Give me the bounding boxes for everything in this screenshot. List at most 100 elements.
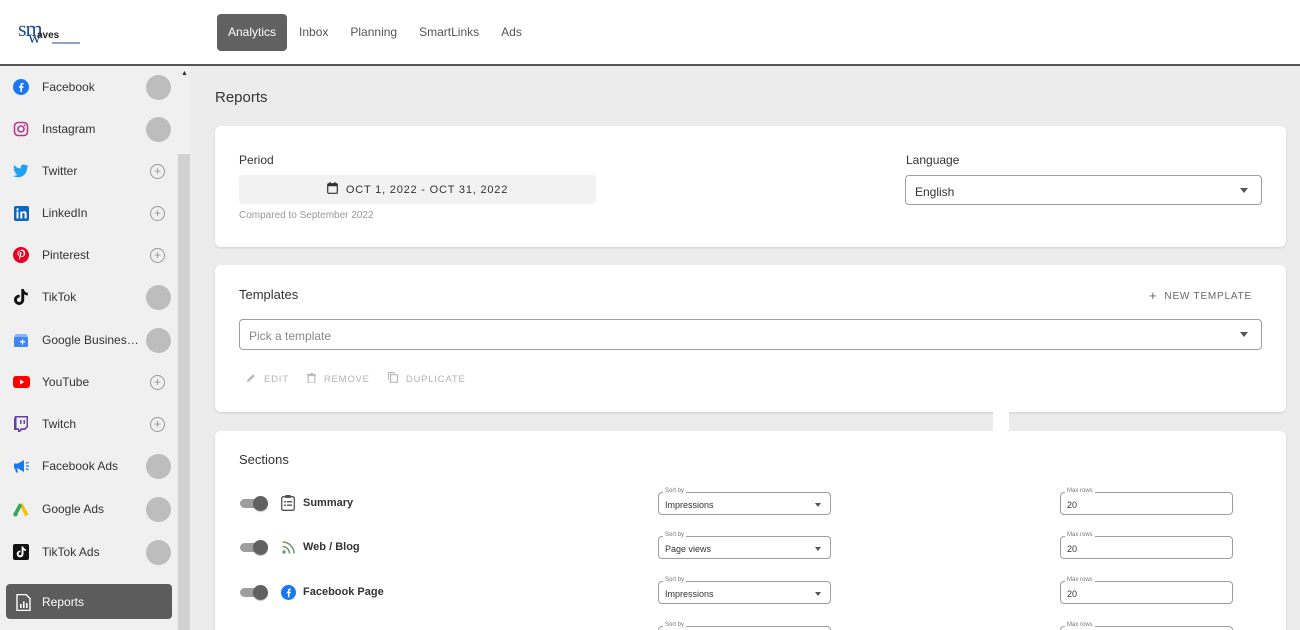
remove-template-button[interactable]: REMOVE <box>306 372 370 386</box>
tab-analytics[interactable]: Analytics <box>217 14 288 51</box>
sidebar-item-label: Instagram <box>42 122 96 136</box>
sidebar-item-google-business[interactable]: Google Business Profile <box>0 319 178 361</box>
sidebar-item-facebook[interactable]: Facebook <box>0 66 178 108</box>
edit-template-button[interactable]: EDIT <box>246 372 289 386</box>
sidebar: ▲ Facebook Instagram Twitter + LinkedIn … <box>0 66 190 630</box>
pinterest-icon <box>12 246 30 264</box>
new-template-button[interactable]: + NEW TEMPLATE <box>1149 288 1252 303</box>
tab-smartlinks[interactable]: SmartLinks <box>408 14 490 51</box>
edit-label: EDIT <box>264 373 289 385</box>
add-account-icon[interactable]: + <box>150 247 165 263</box>
twitch-icon <box>12 415 30 433</box>
max-rows-value: 20 <box>1067 544 1078 554</box>
sidebar-item-instagram[interactable]: Instagram <box>0 108 178 150</box>
max-rows-value: 20 <box>1067 589 1078 599</box>
sidebar-item-label: Twitch <box>42 417 77 431</box>
sort-by-select[interactable]: Sort by <box>658 622 831 630</box>
language-label: Language <box>906 153 960 167</box>
account-avatar[interactable] <box>146 496 171 522</box>
scroll-up-arrow-icon[interactable]: ▲ <box>181 70 188 77</box>
summary-icon <box>280 495 296 511</box>
tab-ads[interactable]: Ads <box>490 14 533 51</box>
sidebar-item-tiktok[interactable]: TikTok <box>0 276 178 318</box>
sections-title: Sections <box>239 452 289 467</box>
account-avatar[interactable] <box>146 116 171 142</box>
chevron-down-icon <box>815 503 821 507</box>
sort-by-select[interactable]: Sort by Impressions <box>658 488 831 515</box>
sidebar-item-google-ads[interactable]: Google Ads <box>0 488 178 530</box>
sidebar-item-label: Google Ads <box>42 502 105 516</box>
page-title: Reports <box>215 89 268 106</box>
report-settings-card: Period OCT 1, 2022 - OCT 31, 2022 Compar… <box>215 126 1286 247</box>
account-avatar[interactable] <box>146 74 171 100</box>
sidebar-item-youtube[interactable]: YouTube + <box>0 361 178 403</box>
sidebar-item-label: Facebook <box>42 80 95 94</box>
duplicate-template-button[interactable]: DUPLICATE <box>387 372 466 386</box>
sidebar-item-facebook-ads[interactable]: Facebook Ads <box>0 445 178 487</box>
trash-icon <box>306 372 316 386</box>
main-nav: Analytics Inbox Planning SmartLinks Ads <box>217 14 533 51</box>
max-rows-caption: Max rows <box>1065 622 1095 628</box>
sidebar-item-twitch[interactable]: Twitch + <box>0 403 178 445</box>
max-rows-input[interactable]: Max rows <box>1060 622 1233 630</box>
max-rows-caption: Max rows <box>1065 532 1095 538</box>
max-rows-input[interactable]: Max rows 20 <box>1060 532 1233 559</box>
sidebar-item-label: LinkedIn <box>42 206 88 220</box>
section-toggle[interactable] <box>240 540 268 555</box>
sort-by-caption: Sort by <box>663 622 687 628</box>
sort-by-caption: Sort by <box>663 532 687 538</box>
chevron-down-icon <box>1240 188 1248 193</box>
section-toggle[interactable] <box>240 585 268 600</box>
section-name: Web / Blog <box>303 541 360 553</box>
chevron-down-icon <box>815 592 821 596</box>
sidebar-scrollbar[interactable] <box>178 154 190 630</box>
sort-by-caption: Sort by <box>663 488 687 494</box>
section-row-summary: Summary Sort by Impressions Max rows 20 <box>215 488 1286 517</box>
sort-by-value: Page views <box>665 544 712 554</box>
sort-by-select[interactable]: Sort by Impressions <box>658 577 831 604</box>
template-actions: EDIT REMOVE DUPLICATE <box>246 372 466 386</box>
language-select[interactable]: English <box>905 175 1262 205</box>
add-account-icon[interactable]: + <box>150 205 165 221</box>
account-avatar[interactable] <box>146 539 171 565</box>
max-rows-input[interactable]: Max rows 20 <box>1060 488 1233 515</box>
sidebar-item-linkedin[interactable]: LinkedIn + <box>0 192 178 234</box>
sidebar-item-reports[interactable]: Reports <box>6 584 172 619</box>
section-toggle[interactable] <box>240 496 268 511</box>
sidebar-item-pinterest[interactable]: Pinterest + <box>0 234 178 276</box>
account-avatar[interactable] <box>146 284 171 310</box>
sidebar-item-label: Pinterest <box>42 248 90 262</box>
tiktok-ads-icon <box>12 543 30 561</box>
section-row-web-blog: Web / Blog Sort by Page views Max rows 2… <box>215 532 1286 561</box>
reports-icon <box>14 593 32 611</box>
template-select[interactable]: Pick a template <box>239 319 1262 350</box>
account-avatar[interactable] <box>146 327 171 353</box>
linkedin-icon <box>12 204 30 222</box>
add-account-icon[interactable]: + <box>150 374 165 390</box>
sidebar-item-twitter[interactable]: Twitter + <box>0 150 178 192</box>
add-account-icon[interactable]: + <box>150 416 165 432</box>
comparison-text: Compared to September 2022 <box>239 210 374 221</box>
account-avatar[interactable] <box>146 453 171 479</box>
tab-planning[interactable]: Planning <box>339 14 408 51</box>
period-label: Period <box>239 153 274 167</box>
chevron-down-icon <box>1240 332 1248 337</box>
period-picker[interactable]: OCT 1, 2022 - OCT 31, 2022 <box>239 175 596 204</box>
section-name: Facebook Page <box>303 586 384 598</box>
sort-by-select[interactable]: Sort by Page views <box>658 532 831 559</box>
templates-title: Templates <box>239 287 299 302</box>
facebook-icon <box>12 78 30 96</box>
top-bar: sm w aves Analytics Inbox Planning SmartLi… <box>0 0 1300 66</box>
duplicate-label: DUPLICATE <box>405 373 466 385</box>
language-value: English <box>915 185 955 199</box>
template-placeholder: Pick a template <box>249 329 332 343</box>
tab-inbox[interactable]: Inbox <box>288 14 339 51</box>
sections-card: Sections Summary Sort by Impressions Max… <box>215 431 1286 630</box>
add-account-icon[interactable]: + <box>150 163 165 179</box>
max-rows-input[interactable]: Max rows 20 <box>1060 577 1233 604</box>
sidebar-item-label: Twitter <box>42 164 78 178</box>
sidebar-item-tiktok-ads[interactable]: TikTok Ads <box>0 531 178 573</box>
sidebar-item-label: YouTube <box>42 375 90 389</box>
sidebar-item-label: Google Business Profile <box>42 333 140 347</box>
smwaves-logo[interactable]: sm w aves <box>18 16 80 50</box>
